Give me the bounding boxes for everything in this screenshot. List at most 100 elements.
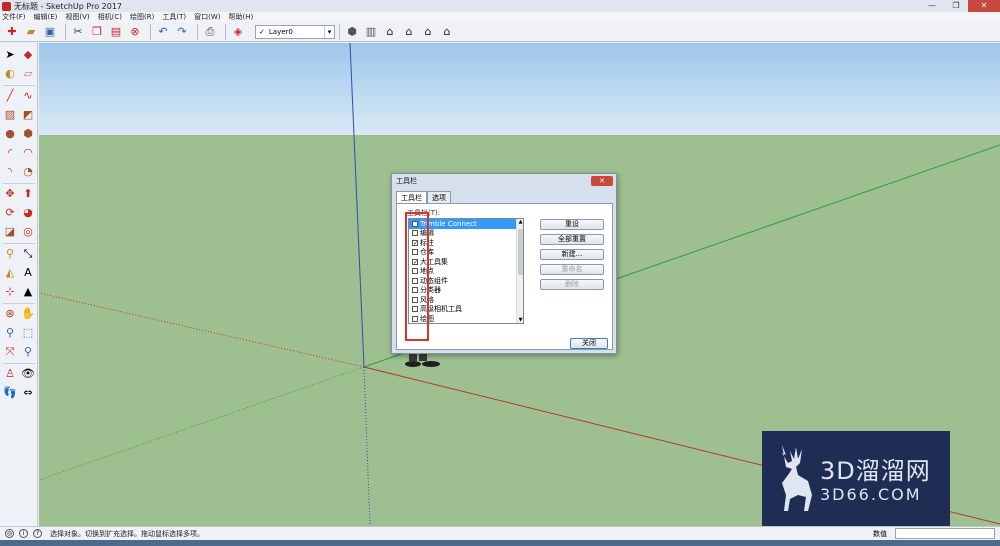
3d-text-icon[interactable]: ▲ xyxy=(21,285,35,299)
polygon-icon[interactable]: ⬢ xyxy=(21,127,35,141)
menu-file[interactable]: 文件(F) xyxy=(2,12,26,22)
scroll-thumb[interactable] xyxy=(518,229,523,275)
measurements-input[interactable] xyxy=(895,528,995,539)
geo-location-icon[interactable]: ◎ xyxy=(5,529,14,538)
eraser-icon[interactable]: ▱ xyxy=(21,67,35,81)
minimize-button[interactable]: — xyxy=(920,0,944,12)
toolbars-dialog: 工具栏 ✕ 工具栏 选项 工具栏(T): Trimble Connect 编辑 … xyxy=(391,173,617,354)
orbit-icon[interactable]: ⊛ xyxy=(3,307,17,321)
zoom-icon[interactable]: ⚲ xyxy=(3,326,17,340)
erase-icon[interactable]: ⊗ xyxy=(127,24,143,40)
section-plane-icon[interactable]: ⇔ xyxy=(21,386,35,400)
scale-icon[interactable]: ◪ xyxy=(3,225,17,239)
palette-separator xyxy=(3,303,35,304)
palette-separator xyxy=(3,183,35,184)
arc-icon[interactable]: ◜ xyxy=(3,146,17,160)
protractor-icon[interactable]: ◭ xyxy=(3,266,17,280)
main-toolbar: ✚ ▰ ▣ ✂ ❐ ▤ ⊗ ↶ ↷ ⎙ ◈ ✓ Layer0 ▾ ⬢ ▥ ⌂ ⌂… xyxy=(0,22,1000,42)
menu-edit[interactable]: 编辑(E) xyxy=(34,12,58,22)
cut-icon[interactable]: ✂ xyxy=(70,24,86,40)
reset-button[interactable]: 重设 xyxy=(540,219,604,230)
push-pull-icon[interactable]: ⬆ xyxy=(21,187,35,201)
redo-icon[interactable]: ↷ xyxy=(174,24,190,40)
previous-view-icon[interactable]: ⚲ xyxy=(21,345,35,359)
menu-window[interactable]: 窗口(W) xyxy=(194,12,220,22)
print-icon[interactable]: ⎙ xyxy=(202,24,218,40)
zoom-extents-icon[interactable]: ⤧ xyxy=(3,345,17,359)
dialog-close-icon[interactable]: ✕ xyxy=(591,176,613,186)
menu-draw[interactable]: 绘图(R) xyxy=(130,12,154,22)
menu-view[interactable]: 视图(V) xyxy=(65,12,89,22)
close-window-button[interactable]: ✕ xyxy=(968,0,1000,12)
palette-separator xyxy=(3,243,35,244)
close-dialog-button[interactable]: 关闭 xyxy=(570,338,608,349)
move-icon[interactable]: ✥ xyxy=(3,187,17,201)
scroll-up-icon[interactable]: ▲ xyxy=(517,219,523,225)
chevron-down-icon[interactable]: ▾ xyxy=(324,25,334,38)
watermark-subtext: 3D66.COM xyxy=(820,485,922,504)
scroll-down-icon[interactable]: ▼ xyxy=(517,317,523,323)
toolbar-separator xyxy=(65,23,66,40)
rectangle-icon[interactable]: ▨ xyxy=(3,108,17,122)
paste-icon[interactable]: ▤ xyxy=(108,24,124,40)
undo-icon[interactable]: ↶ xyxy=(155,24,171,40)
pie-icon[interactable]: ◔ xyxy=(21,165,35,179)
window-controls: — ❐ ✕ xyxy=(920,0,1000,12)
zoom-window-icon[interactable]: ⬚ xyxy=(21,326,35,340)
axes-icon[interactable]: ⊹ xyxy=(3,285,17,299)
select-arrow-icon[interactable]: ➤ xyxy=(3,48,17,62)
menu-help[interactable]: 帮助(H) xyxy=(228,12,253,22)
menu-bar: 文件(F) 编辑(E) 视图(V) 相机(C) 绘图(R) 工具(T) 窗口(W… xyxy=(0,12,1000,22)
blue-axis xyxy=(349,43,365,368)
copy-icon[interactable]: ❐ xyxy=(89,24,105,40)
maximize-button[interactable]: ❐ xyxy=(944,0,968,12)
right-view-icon[interactable]: ⌂ xyxy=(401,24,417,40)
follow-me-icon[interactable]: ◕ xyxy=(21,206,35,220)
window-title: 无标题 - SketchUp Pro 2017 xyxy=(14,1,122,11)
layer-select[interactable]: ✓ Layer0 ▾ xyxy=(255,24,335,39)
help-icon[interactable]: ? xyxy=(33,529,42,538)
offset-icon[interactable]: ◎ xyxy=(21,225,35,239)
back-view-icon[interactable]: ⌂ xyxy=(420,24,436,40)
position-camera-icon[interactable]: ♙ xyxy=(3,367,17,381)
list-scrollbar[interactable]: ▲ ▼ xyxy=(516,219,523,323)
menu-camera[interactable]: 相机(C) xyxy=(98,12,122,22)
line-icon[interactable]: ╱ xyxy=(3,89,17,103)
circle-icon[interactable]: ● xyxy=(3,127,17,141)
new-toolbar-button[interactable]: 新建... xyxy=(540,249,604,260)
text-icon[interactable]: A xyxy=(21,266,35,280)
top-view-icon[interactable]: ▥ xyxy=(363,24,379,40)
toolbar-separator xyxy=(225,23,226,40)
status-message: 选择对象。切换到扩充选择。拖动鼠标选择多项。 xyxy=(50,529,204,538)
rotate-icon[interactable]: ⟳ xyxy=(3,206,17,220)
freehand-icon[interactable]: ∿ xyxy=(21,89,35,103)
info-icon[interactable]: i xyxy=(19,529,28,538)
red-annotation-box xyxy=(405,212,429,341)
open-folder-icon[interactable]: ▰ xyxy=(23,24,39,40)
dimension-icon[interactable]: ⤡ xyxy=(21,247,35,261)
look-around-icon[interactable]: 👁 xyxy=(21,367,35,381)
layer-value: Layer0 xyxy=(268,27,293,36)
watermark-text: 3D溜溜网 xyxy=(820,457,931,485)
rotated-rectangle-icon[interactable]: ◩ xyxy=(21,108,35,122)
front-view-icon[interactable]: ⌂ xyxy=(382,24,398,40)
model-info-icon[interactable]: ◈ xyxy=(230,24,246,40)
iso-view-icon[interactable]: ⬢ xyxy=(344,24,360,40)
tape-measure-icon[interactable]: ⚲ xyxy=(3,247,17,261)
pan-icon[interactable]: ✋ xyxy=(21,307,35,321)
paint-bucket-icon[interactable]: ◐ xyxy=(3,67,17,81)
large-tool-set: ➤ ◆ ◐ ▱ ╱ ∿ ▨ ◩ ● ⬢ ◜ ◠ ◝ ◔ ✥ ⬆ ⟳ ◕ ◪ ◎ ⚲ ⤡ ◭ A ⊹ ▲ ⊛… xyxy=(0,43,38,526)
three-point-arc-icon[interactable]: ◝ xyxy=(3,165,17,179)
walk-icon[interactable]: 👣 xyxy=(3,386,17,400)
rename-button[interactable]: 重命名 xyxy=(540,264,604,275)
make-component-icon[interactable]: ◆ xyxy=(21,48,35,62)
two-point-arc-icon[interactable]: ◠ xyxy=(21,146,35,160)
os-taskbar xyxy=(0,540,1000,546)
reset-all-button[interactable]: 全部重置 xyxy=(540,234,604,245)
new-file-icon[interactable]: ✚ xyxy=(4,24,20,40)
save-icon[interactable]: ▣ xyxy=(42,24,58,40)
green-axis-dashed xyxy=(39,366,365,481)
menu-tools[interactable]: 工具(T) xyxy=(162,12,186,22)
left-view-icon[interactable]: ⌂ xyxy=(439,24,455,40)
delete-button[interactable]: 删除 xyxy=(540,279,604,290)
